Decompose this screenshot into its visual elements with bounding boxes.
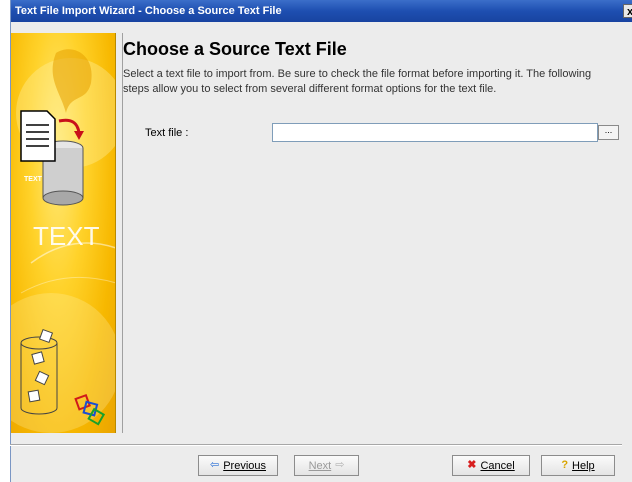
previous-button[interactable]: ⇦ Previous bbox=[198, 455, 278, 476]
browse-button[interactable]: ... bbox=[598, 125, 619, 140]
cancel-button-label: Cancel bbox=[480, 459, 515, 472]
previous-button-label: Previous bbox=[223, 459, 266, 472]
help-button[interactable]: ? Help bbox=[541, 455, 615, 476]
window-title: Text File Import Wizard - Choose a Sourc… bbox=[15, 5, 282, 17]
sidebar-banner-word: TEXT bbox=[33, 221, 100, 251]
next-button[interactable]: Next ⇨ bbox=[294, 455, 359, 476]
text-file-label: Text file : bbox=[145, 127, 189, 139]
left-arrow-icon: ⇦ bbox=[209, 459, 220, 471]
wizard-sidebar-banner: TEXT TEXT bbox=[11, 33, 116, 433]
sidebar-small-label: TEXT bbox=[24, 176, 43, 183]
document-icon bbox=[20, 110, 56, 162]
title-bar: Text File Import Wizard - Choose a Sourc… bbox=[11, 0, 632, 22]
red-x-icon: ✖ bbox=[467, 459, 477, 471]
page-description: Select a text file to import from. Be su… bbox=[123, 68, 592, 95]
text-file-input[interactable] bbox=[272, 123, 598, 142]
wizard-window: Text File Import Wizard - Choose a Sourc… bbox=[10, 0, 632, 482]
next-button-label: Next bbox=[308, 459, 332, 472]
bottom-separator bbox=[10, 444, 622, 445]
cancel-button[interactable]: ✖ Cancel bbox=[452, 455, 530, 476]
right-arrow-icon: ⇨ bbox=[335, 459, 345, 471]
help-button-label: Help bbox=[572, 459, 595, 472]
wizard-content: Choose a Source Text File Select a text … bbox=[123, 33, 632, 433]
close-button[interactable]: x bbox=[623, 4, 632, 18]
sidebar-illustration: TEXT TEXT bbox=[11, 49, 115, 433]
page-heading: Choose a Source Text File bbox=[123, 39, 347, 59]
question-mark-icon: ? bbox=[561, 459, 569, 471]
